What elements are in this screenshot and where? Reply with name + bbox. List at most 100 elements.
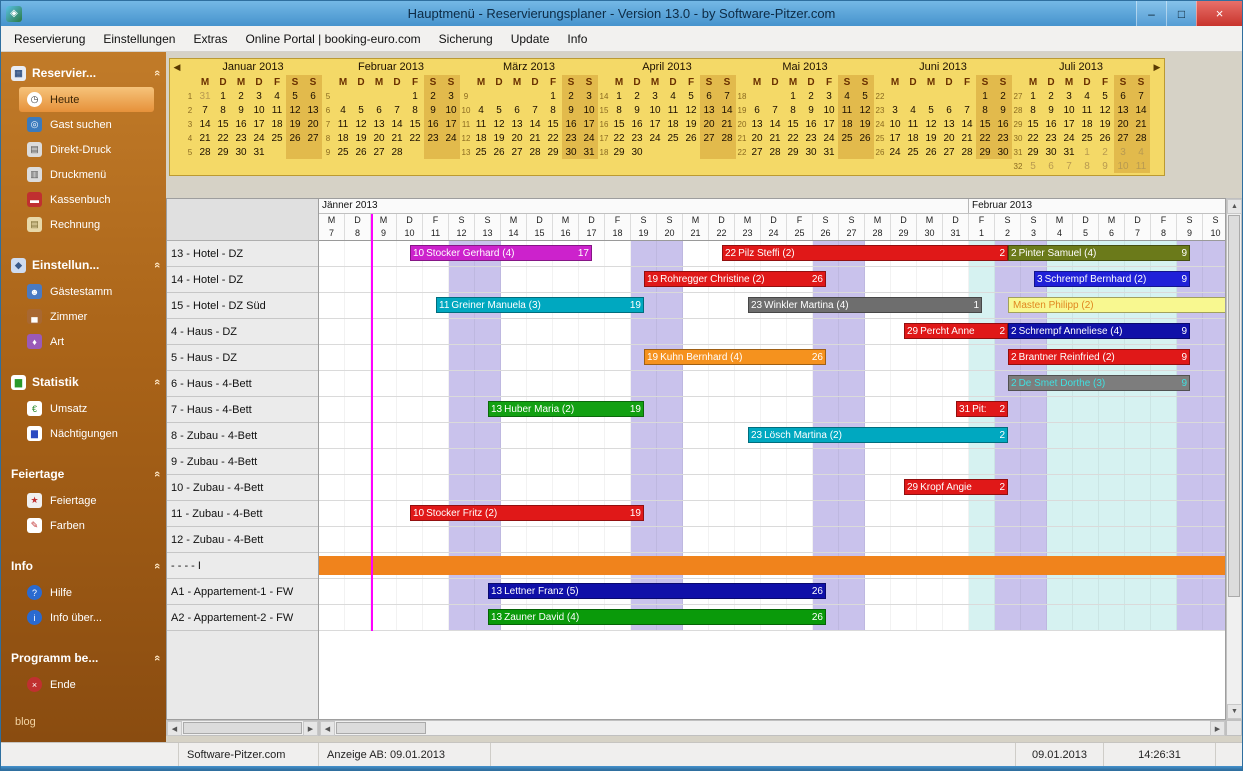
calendar-day[interactable]: 15 — [610, 117, 628, 131]
gantt-row[interactable]: 13Huber Maria (2)1931Pit:2 — [319, 397, 1225, 423]
calendar-day[interactable]: 4 — [1078, 89, 1096, 103]
calendar-day[interactable]: 23 — [424, 131, 442, 145]
gantt-day-header[interactable]: D5 — [1073, 214, 1099, 240]
gantt-day-header[interactable]: D22 — [709, 214, 735, 240]
calendar-day[interactable]: 3 — [1114, 145, 1132, 159]
reservation-bar[interactable]: 31Pit:2 — [956, 401, 1008, 417]
calendar-day[interactable]: 17 — [820, 117, 838, 131]
calendar-day[interactable]: 3 — [250, 89, 268, 103]
calendar-day[interactable]: 6 — [940, 103, 958, 117]
calendar-day[interactable]: 1 — [610, 89, 628, 103]
gantt-day-header[interactable]: M9 — [371, 214, 397, 240]
calendar-day[interactable]: 14 — [718, 103, 736, 117]
reservation-bar[interactable]: 2Brantner Reinfried (2)9 — [1008, 349, 1190, 365]
calendar-day[interactable]: 26 — [490, 145, 508, 159]
calendar-day[interactable]: 9 — [628, 103, 646, 117]
sidebar-item-nachtigungen[interactable]: ▆Nächtigungen — [1, 421, 166, 446]
room-label-12-zubau-4-bett[interactable]: 12 - Zubau - 4-Bett — [167, 527, 318, 553]
reservation-bar[interactable]: 23Lösch Martina (2)2 — [748, 427, 1008, 443]
calendar-day[interactable]: 24 — [820, 131, 838, 145]
calendar-day[interactable]: 31 — [196, 89, 214, 103]
calendar-day[interactable]: 7 — [1060, 159, 1078, 173]
menu-item-info[interactable]: Info — [558, 28, 596, 50]
gantt-day-header[interactable]: M30 — [917, 214, 943, 240]
reservation-bar[interactable]: 2Schrempf Anneliese (4)9 — [1008, 323, 1190, 339]
calendar-day[interactable]: 28 — [388, 145, 406, 159]
calendar-day[interactable]: 9 — [232, 103, 250, 117]
calendar-next-icon[interactable]: ▶ — [1150, 59, 1164, 175]
calendar-day[interactable]: 10 — [886, 117, 904, 131]
gantt-day-header[interactable]: S27 — [839, 214, 865, 240]
calendar-day[interactable]: 2 — [1042, 89, 1060, 103]
calendar-day[interactable]: 19 — [1096, 117, 1114, 131]
minimize-button[interactable]: – — [1136, 1, 1166, 26]
calendar-day[interactable]: 2 — [424, 89, 442, 103]
calendar-day[interactable]: 13 — [748, 117, 766, 131]
sidebar-item-umsatz[interactable]: €Umsatz — [1, 396, 166, 421]
calendar-day[interactable]: 16 — [232, 117, 250, 131]
room-label-13-hotel-dz[interactable]: 13 - Hotel - DZ — [167, 241, 318, 267]
calendar-day[interactable]: 28 — [1132, 131, 1150, 145]
calendar-day[interactable]: 31 — [1060, 145, 1078, 159]
calendar-day[interactable]: 3 — [646, 89, 664, 103]
sidebar-item-zimmer[interactable]: ▄Zimmer — [1, 304, 166, 329]
room-label-6-haus-4-bett[interactable]: 6 - Haus - 4-Bett — [167, 371, 318, 397]
calendar-day[interactable]: 23 — [232, 131, 250, 145]
gantt-row[interactable]: 13Lettner Franz (5)26 — [319, 579, 1225, 605]
room-label-4-haus-dz[interactable]: 4 - Haus - DZ — [167, 319, 318, 345]
calendar-day[interactable]: 14 — [958, 117, 976, 131]
menu-item-einstellungen[interactable]: Einstellungen — [94, 28, 184, 50]
gantt-row[interactable]: 29Kropf Angie2 — [319, 475, 1225, 501]
calendar-day[interactable]: 11 — [1078, 103, 1096, 117]
menu-item-reservierung[interactable]: Reservierung — [5, 28, 94, 50]
calendar-day[interactable]: 6 — [1042, 159, 1060, 173]
room-label-14-hotel-dz[interactable]: 14 - Hotel - DZ — [167, 267, 318, 293]
calendar-day[interactable]: 26 — [1096, 131, 1114, 145]
calendar-day[interactable]: 1 — [976, 89, 994, 103]
calendar-day[interactable]: 6 — [1114, 89, 1132, 103]
room-label-a2-appartement-2-fw[interactable]: A2 - Appartement-2 - FW — [167, 605, 318, 631]
gantt-day-header[interactable]: F8 — [1151, 214, 1177, 240]
gantt-day-header[interactable]: S12 — [449, 214, 475, 240]
sidebar-item-farben[interactable]: ✎Farben — [1, 513, 166, 538]
calendar-day[interactable]: 3 — [886, 103, 904, 117]
calendar-day[interactable]: 2 — [562, 89, 580, 103]
calendar-day[interactable]: 6 — [508, 103, 526, 117]
calendar-day[interactable]: 4 — [334, 103, 352, 117]
room-scrollbar-thumb[interactable] — [183, 722, 302, 734]
calendar-day[interactable]: 27 — [304, 131, 322, 145]
gantt-row[interactable] — [319, 449, 1225, 475]
room-scrollbar[interactable]: ◀ ▶ — [166, 720, 319, 736]
gantt-row[interactable]: 10Stocker Fritz (2)19 — [319, 501, 1225, 527]
calendar-day[interactable]: 9 — [562, 103, 580, 117]
calendar-day[interactable]: 11 — [838, 103, 856, 117]
sidebar-item-gast-suchen[interactable]: ◎Gast suchen — [1, 112, 166, 137]
calendar-day[interactable]: 12 — [286, 103, 304, 117]
calendar-day[interactable]: 13 — [1114, 103, 1132, 117]
calendar-day[interactable]: 30 — [232, 145, 250, 159]
grid-scrollbar-track[interactable] — [335, 721, 1210, 735]
calendar-day[interactable]: 25 — [664, 131, 682, 145]
reservation-bar[interactable]: 22Pilz Steffi (2)2 — [722, 245, 1008, 261]
sidebar-section-statistik[interactable]: ▆Statistik« — [7, 371, 160, 393]
calendar-day[interactable]: 25 — [1078, 131, 1096, 145]
sidebar-section-reservier[interactable]: ▦Reservier...« — [7, 62, 160, 84]
gantt-row[interactable]: 10Stocker Gerhard (4)1722Pilz Steffi (2)… — [319, 241, 1225, 267]
gantt-row[interactable] — [319, 553, 1225, 579]
gantt-day-header[interactable]: M16 — [553, 214, 579, 240]
gantt-day-header[interactable]: S20 — [657, 214, 683, 240]
scroll-right-icon[interactable]: ▶ — [303, 721, 318, 736]
calendar-day[interactable]: 8 — [976, 103, 994, 117]
calendar-day[interactable]: 1 — [544, 89, 562, 103]
sidebar-item-gastestamm[interactable]: ☻Gästestamm — [1, 279, 166, 304]
calendar-day[interactable]: 27 — [748, 145, 766, 159]
calendar-day[interactable]: 23 — [994, 131, 1012, 145]
calendar-day[interactable]: 11 — [1132, 159, 1150, 173]
calendar-day[interactable]: 25 — [334, 145, 352, 159]
calendar-day[interactable]: 9 — [424, 103, 442, 117]
calendar-day[interactable]: 1 — [214, 89, 232, 103]
calendar-day[interactable]: 12 — [922, 117, 940, 131]
gantt-row[interactable]: 19Kuhn Bernhard (4)262Brantner Reinfried… — [319, 345, 1225, 371]
calendar-day[interactable]: 10 — [442, 103, 460, 117]
sidebar-item-ende[interactable]: ×Ende — [1, 672, 166, 697]
